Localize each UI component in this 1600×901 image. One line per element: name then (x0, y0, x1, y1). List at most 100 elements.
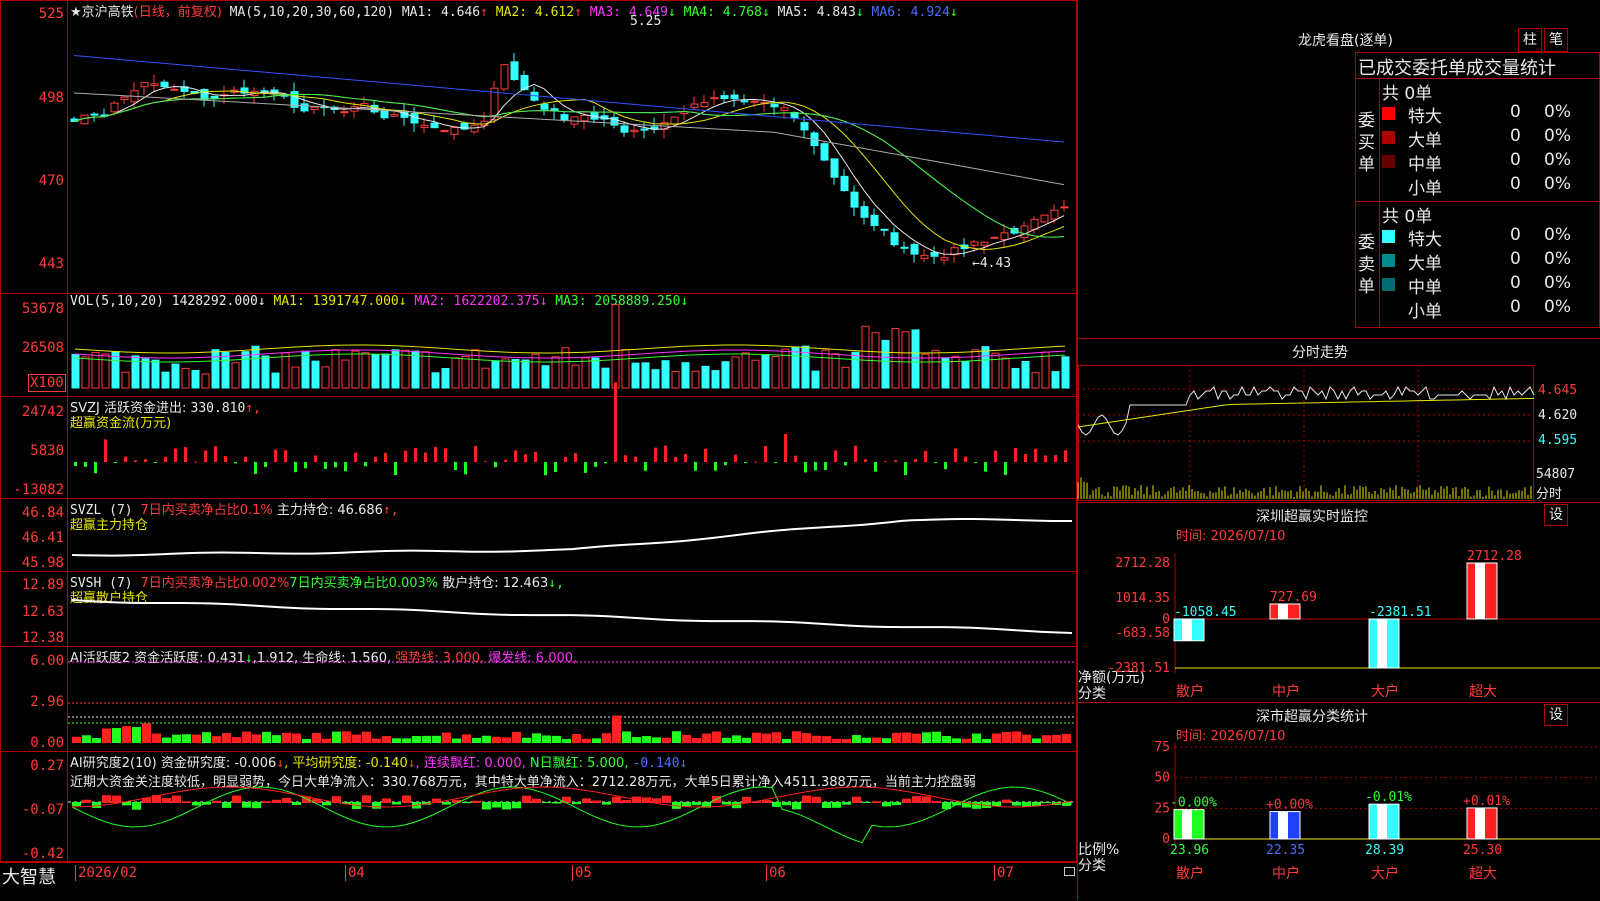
active-bar (102, 728, 111, 743)
date-axis: 大智慧 2026/02 04 05 06 07 (0, 862, 1077, 901)
row-label: 中单 (1408, 278, 1442, 298)
active-bar (362, 731, 371, 743)
flow-bar (844, 462, 847, 466)
intraday-vol-unit: 分时 (1536, 487, 1563, 502)
research-bar (362, 795, 371, 803)
tick-mode-button[interactable]: 笔 (1544, 28, 1568, 52)
research-bar (252, 802, 261, 809)
buy-total: 共 0单 (1382, 84, 1433, 104)
candle (750, 100, 759, 103)
monitor-panel[interactable]: 深圳超赢实时监控 设 时间: 2026/07/10 净额(万元) 分类 2712… (1078, 502, 1600, 703)
active-bar (882, 738, 891, 743)
candle (90, 113, 99, 116)
active-bar (722, 737, 731, 743)
svsh-panel[interactable]: SVSH (7) 7日内买卖净占比0.002%7日内买卖净占比0.003% 散户… (0, 572, 1077, 646)
active-bar (842, 738, 851, 743)
intraday-panel[interactable]: 分时走势 4.645 4.620 4.595 54807 分时 (1077, 338, 1600, 503)
monitor-value-label: 727.69 (1270, 590, 1317, 605)
legend-swatch (1382, 254, 1395, 267)
active-bar (312, 732, 321, 743)
candle (1020, 225, 1029, 238)
volume-bar (331, 349, 340, 389)
classify-tick: 0 (1162, 832, 1170, 847)
svzj-panel[interactable]: SVZJ 活跃资金进出: 330.810↑, 超赢资金流(万元) 24742 5… (0, 382, 1077, 498)
classify-panel[interactable]: 深市超赢分类统计 设 时间: 2026/07/10 比例% 分类 75 50 25 0… (1078, 702, 1600, 901)
volume-bar (581, 357, 590, 389)
flow-bar (824, 462, 827, 470)
research-bar (502, 802, 511, 810)
lock-icon[interactable] (1064, 867, 1075, 876)
classify-bar-chart: 75 50 25 0 -0.00% 23.96 +0.00% 22.35 -0.01% 28.39… (1154, 740, 1600, 882)
active-bar (352, 734, 361, 743)
category-label: 大户 (1371, 865, 1399, 882)
flow-bar (744, 462, 747, 463)
monitor-bar-highlight (1377, 619, 1387, 668)
flow-bar (164, 456, 167, 462)
volume-tick: 26508 (21, 340, 64, 356)
flow-bar (314, 455, 317, 462)
volume-bar (171, 363, 180, 389)
volume-bar (901, 331, 910, 389)
research-bar (222, 802, 231, 808)
flow-bar (654, 447, 657, 462)
row-count: 0 (1510, 225, 1521, 245)
svzj-tick: -13082 (13, 482, 64, 498)
research-bar (882, 802, 891, 807)
volume-bar (811, 370, 820, 389)
active-bar (562, 738, 571, 743)
research-bar (792, 802, 801, 810)
volume-bar (841, 366, 850, 389)
volume-bar (941, 357, 950, 389)
category-label: 超大 (1469, 866, 1497, 882)
monitor-value-label: 2712.28 (1467, 549, 1522, 564)
price-panel[interactable]: ★京沪高铁(日线，前复权) MA(5,10,20,30,60,120) MA1:… (0, 0, 1077, 293)
active-bar (1002, 731, 1011, 743)
ma-line (73, 90, 1065, 251)
flow-bar (564, 456, 567, 462)
candle (380, 109, 389, 119)
monitor-bar-highlight (1475, 563, 1485, 619)
research-bar (382, 798, 391, 803)
volume-bar (231, 362, 240, 389)
research-bar (1022, 802, 1031, 807)
buy-side-label: 委买单 (1358, 111, 1375, 175)
volume-panel[interactable]: VOL(5,10,20) 1428292.000↓ MA1: 1391747.0… (0, 294, 1077, 396)
flow-bar (784, 433, 787, 462)
category-label: 散户 (1176, 865, 1204, 882)
active-bar (682, 734, 691, 743)
bar-mode-button[interactable]: 柱 (1518, 28, 1542, 52)
research-bar (1042, 802, 1051, 804)
volume-bar (381, 353, 390, 389)
active-bar (712, 731, 721, 743)
research-bar (162, 798, 171, 803)
sell-side-label: 委卖单 (1358, 233, 1375, 297)
research-bar (532, 798, 541, 803)
volume-bar (791, 346, 800, 389)
category-label: 中户 (1272, 683, 1300, 700)
candle (560, 114, 569, 121)
holding-line (71, 599, 1073, 634)
volume-bar (201, 373, 210, 389)
candle (850, 191, 859, 208)
flow-bar (1034, 448, 1037, 462)
ai-active-panel[interactable]: AI活跃度2 资金活跃度: 0.431↓,1.912, 生命线: 1.560, … (0, 647, 1077, 751)
svsh-tick: 12.89 (21, 577, 64, 593)
row-label: 大单 (1408, 131, 1442, 151)
ai-research-panel[interactable]: AI研究度2(10) 资金研究度: -0.006↓, 平均研究度: -0.140… (0, 752, 1077, 862)
candlestick-chart[interactable] (68, 0, 1076, 293)
flow-bar (154, 462, 157, 463)
active-bar (322, 738, 331, 743)
flow-bar (434, 446, 437, 462)
research-bar (322, 802, 331, 806)
volume-bar (571, 364, 580, 389)
active-bar (972, 733, 981, 743)
volume-bar (251, 345, 260, 389)
svzl-panel[interactable]: SVZL (7) 7日内买卖净占比0.1% 主力持仓: 46.686↑, 超赢主… (0, 499, 1077, 571)
volume-bar (751, 359, 760, 389)
row-label: 大单 (1408, 254, 1442, 274)
volume-bar (281, 352, 290, 389)
row-percent: 0% (1544, 225, 1571, 245)
research-bar (512, 802, 521, 809)
flow-bar (544, 462, 547, 476)
row-count: 0 (1510, 273, 1521, 293)
